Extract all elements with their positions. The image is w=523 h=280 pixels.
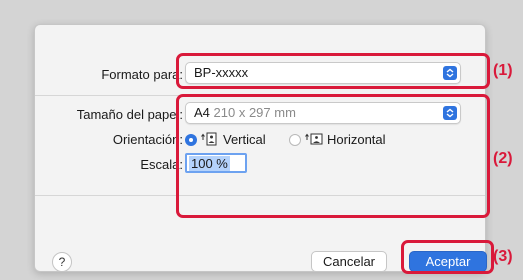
highlight-paper-settings bbox=[176, 94, 490, 218]
callout-3: (3) bbox=[493, 248, 513, 265]
printer-label: Formato para: bbox=[101, 67, 183, 82]
callout-2: (2) bbox=[493, 150, 513, 167]
cancel-button[interactable]: Cancelar bbox=[311, 251, 387, 272]
help-button[interactable]: ? bbox=[52, 252, 72, 272]
callout-1: (1) bbox=[493, 62, 513, 79]
paper-size-label: Tamaño del papel: bbox=[76, 107, 183, 122]
highlight-printer bbox=[176, 53, 490, 89]
highlight-accept bbox=[401, 240, 494, 274]
orientation-label: Orientación: bbox=[112, 132, 183, 147]
